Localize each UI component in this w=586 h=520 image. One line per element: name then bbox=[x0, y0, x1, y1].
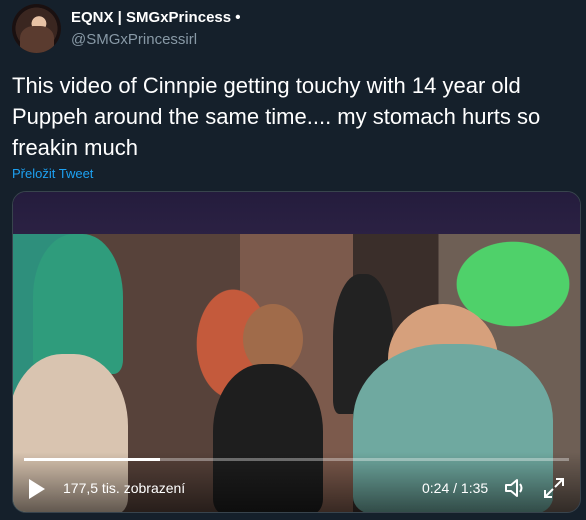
play-icon[interactable] bbox=[29, 479, 45, 499]
video-progress-fill bbox=[24, 458, 161, 461]
video-player[interactable]: 177,5 tis. zobrazení 0:24 / 1:35 bbox=[12, 191, 581, 513]
tweet-text: This video of Cinnpie getting touchy wit… bbox=[12, 73, 541, 160]
tweet-header: EQNX | SMGxPrincess • @SMGxPrincessirl bbox=[12, 4, 572, 54]
video-progress-bar[interactable] bbox=[24, 458, 569, 461]
author-handle[interactable]: @SMGxPrincessirl bbox=[71, 31, 197, 48]
video-time: 0:24 / 1:35 bbox=[422, 480, 489, 496]
translate-tweet-link[interactable]: Přeložit Tweet bbox=[12, 166, 93, 181]
avatar[interactable] bbox=[12, 4, 61, 53]
video-letterbox bbox=[13, 192, 580, 234]
video-figure bbox=[33, 234, 123, 374]
author-display-name[interactable]: EQNX | SMGxPrincess • bbox=[71, 9, 241, 26]
view-count: 177,5 tis. zobrazení bbox=[63, 480, 186, 496]
volume-icon[interactable] bbox=[503, 476, 529, 500]
fullscreen-icon[interactable] bbox=[542, 476, 566, 500]
